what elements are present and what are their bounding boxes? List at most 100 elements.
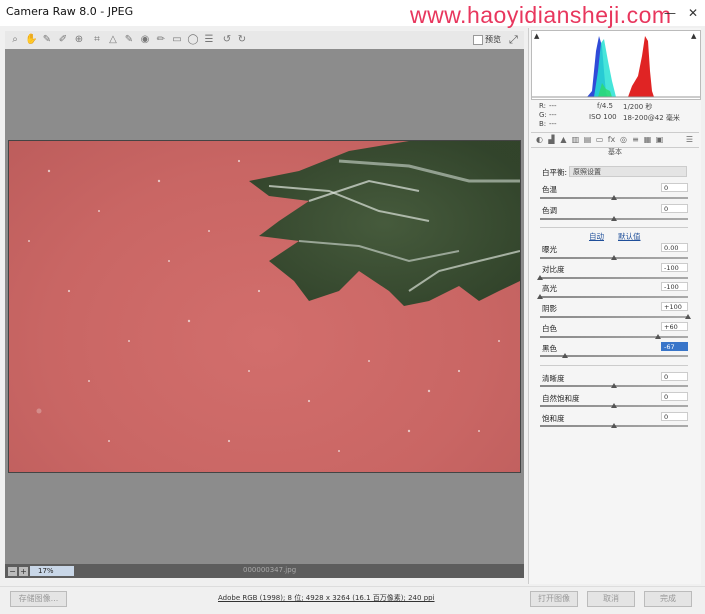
tab-tone-curve-icon[interactable]: ▟	[547, 135, 556, 144]
divider	[540, 227, 688, 228]
hand-icon[interactable]: ✋	[25, 34, 37, 46]
default-link[interactable]: 默认值	[618, 231, 641, 242]
temperature-label: 色温	[542, 185, 557, 194]
shadows-value[interactable]: +100	[661, 302, 688, 311]
photo-preview	[8, 140, 521, 473]
adjustment-brush-icon[interactable]: ✏	[155, 34, 167, 46]
auto-link[interactable]: 自动	[589, 231, 604, 242]
whites-thumb[interactable]	[655, 334, 662, 339]
highlights-value[interactable]: -100	[661, 282, 688, 291]
highlights-slider[interactable]	[537, 294, 688, 299]
shadows-slider[interactable]	[540, 314, 691, 319]
white-balance-label: 白平衡:	[542, 168, 568, 177]
tab-detail-icon[interactable]: ▲	[559, 135, 568, 144]
tab-extra-icon[interactable]: ▣	[655, 135, 664, 144]
exposure-thumb[interactable]	[611, 255, 617, 260]
done-button[interactable]: 完成	[644, 591, 692, 607]
blacks-thumb[interactable]	[562, 353, 569, 358]
pine-branch-illustration	[28, 141, 520, 452]
contrast-thumb[interactable]	[537, 275, 543, 280]
image-canvas[interactable]	[5, 49, 524, 564]
white-balance-select[interactable]: 原照设置	[569, 166, 687, 177]
section-title: 基本	[608, 148, 622, 156]
red-eye-icon[interactable]: ◉	[139, 34, 151, 46]
b-label: B:	[539, 120, 547, 128]
window-title: Camera Raw 8.0 - JPEG	[6, 5, 134, 18]
blacks-value[interactable]: -67	[661, 342, 688, 351]
r-value: ---	[549, 102, 557, 110]
exposure-value[interactable]: 0.00	[661, 243, 688, 252]
contrast-slider[interactable]	[537, 275, 688, 280]
shadows-thumb[interactable]	[685, 314, 691, 319]
tint-thumb[interactable]	[611, 216, 617, 221]
save-image-button[interactable]: 存储图像...	[10, 591, 67, 607]
clarity-value[interactable]: 0	[661, 372, 688, 381]
vibrance-thumb[interactable]	[611, 403, 617, 408]
zoom-icon[interactable]: ⌕	[9, 34, 21, 46]
clarity-slider[interactable]	[540, 383, 688, 388]
preferences-icon[interactable]: ☰	[203, 34, 215, 46]
preview-label: 预览	[485, 35, 501, 44]
preview-checkbox[interactable]	[473, 35, 483, 45]
whites-label: 白色	[542, 324, 557, 333]
straighten-icon[interactable]: △	[107, 34, 119, 46]
highlights-thumb[interactable]	[537, 294, 543, 299]
open-image-button[interactable]: 打开图像	[530, 591, 578, 607]
g-label: G:	[539, 111, 547, 119]
graduated-filter-icon[interactable]: ▭	[171, 34, 183, 46]
zoom-in-button[interactable]: +	[19, 567, 28, 576]
tab-basic-icon[interactable]: ◐	[535, 135, 544, 144]
b-value: ---	[549, 120, 557, 128]
rotate-ccw-icon[interactable]: ↺	[221, 34, 233, 46]
spot-removal-icon[interactable]: ✎	[123, 34, 135, 46]
histogram-graph	[532, 36, 700, 98]
crop-icon[interactable]: ⌗	[91, 34, 103, 46]
exposure-slider[interactable]	[540, 255, 688, 260]
clarity-thumb[interactable]	[611, 383, 617, 388]
tab-effects-icon[interactable]: fx	[607, 135, 616, 144]
workflow-options-link[interactable]: Adobe RGB (1998); 8 位; 4928 x 3264 (16.1…	[218, 593, 435, 603]
temperature-thumb[interactable]	[611, 195, 617, 200]
tab-lens-icon[interactable]: ▭	[595, 135, 604, 144]
rotate-cw-icon[interactable]: ↻	[236, 34, 248, 46]
tint-value[interactable]: 0	[661, 204, 688, 213]
tab-snapshots-icon[interactable]: ▦	[643, 135, 652, 144]
tab-hsl-icon[interactable]: ▥	[571, 135, 580, 144]
blacks-slider[interactable]	[540, 353, 688, 358]
temperature-value[interactable]: 0	[661, 183, 688, 192]
histogram: ▲ ▲	[531, 30, 701, 100]
watermark-text: www.haoyidiansheji.com	[410, 2, 672, 28]
vibrance-value[interactable]: 0	[661, 392, 688, 401]
image-filename: 000000347.jpg	[243, 566, 297, 574]
tab-split-toning-icon[interactable]: ▤	[583, 135, 592, 144]
white-balance-icon[interactable]: ✎	[41, 34, 53, 46]
saturation-thumb[interactable]	[611, 423, 617, 428]
tab-camera-calibration-icon[interactable]: ◎	[619, 135, 628, 144]
g-value: ---	[549, 111, 557, 119]
exposure-label: 曝光	[542, 245, 557, 254]
panel-menu-icon[interactable]: ☰	[685, 135, 694, 144]
contrast-value[interactable]: -100	[661, 263, 688, 272]
divider	[540, 365, 688, 366]
radial-filter-icon[interactable]: ◯	[187, 34, 199, 46]
zoom-level-field[interactable]: 17%	[30, 566, 74, 576]
footer-bar: 存储图像... Adobe RGB (1998); 8 位; 4928 x 32…	[0, 586, 705, 614]
close-button[interactable]: ✕	[686, 6, 700, 20]
saturation-slider[interactable]	[540, 423, 688, 428]
vibrance-slider[interactable]	[540, 403, 688, 408]
tint-slider[interactable]	[540, 216, 688, 221]
minimize-button[interactable]: —	[663, 6, 677, 20]
cancel-button[interactable]: 取消	[587, 591, 635, 607]
whites-slider[interactable]	[540, 334, 688, 339]
saturation-value[interactable]: 0	[661, 412, 688, 421]
fullscreen-icon[interactable]: ⤢	[509, 33, 518, 47]
targeted-adjust-icon[interactable]: ⊕	[73, 34, 85, 46]
tab-presets-icon[interactable]: ≡	[631, 135, 640, 144]
saturation-label: 饱和度	[542, 414, 565, 423]
temperature-slider[interactable]	[540, 195, 688, 200]
whites-value[interactable]: +60	[661, 322, 688, 331]
shadows-label: 阴影	[542, 304, 557, 313]
color-sampler-icon[interactable]: ✐	[57, 34, 69, 46]
aperture-value: f/4.5	[597, 102, 613, 110]
zoom-out-button[interactable]: −	[8, 567, 17, 576]
